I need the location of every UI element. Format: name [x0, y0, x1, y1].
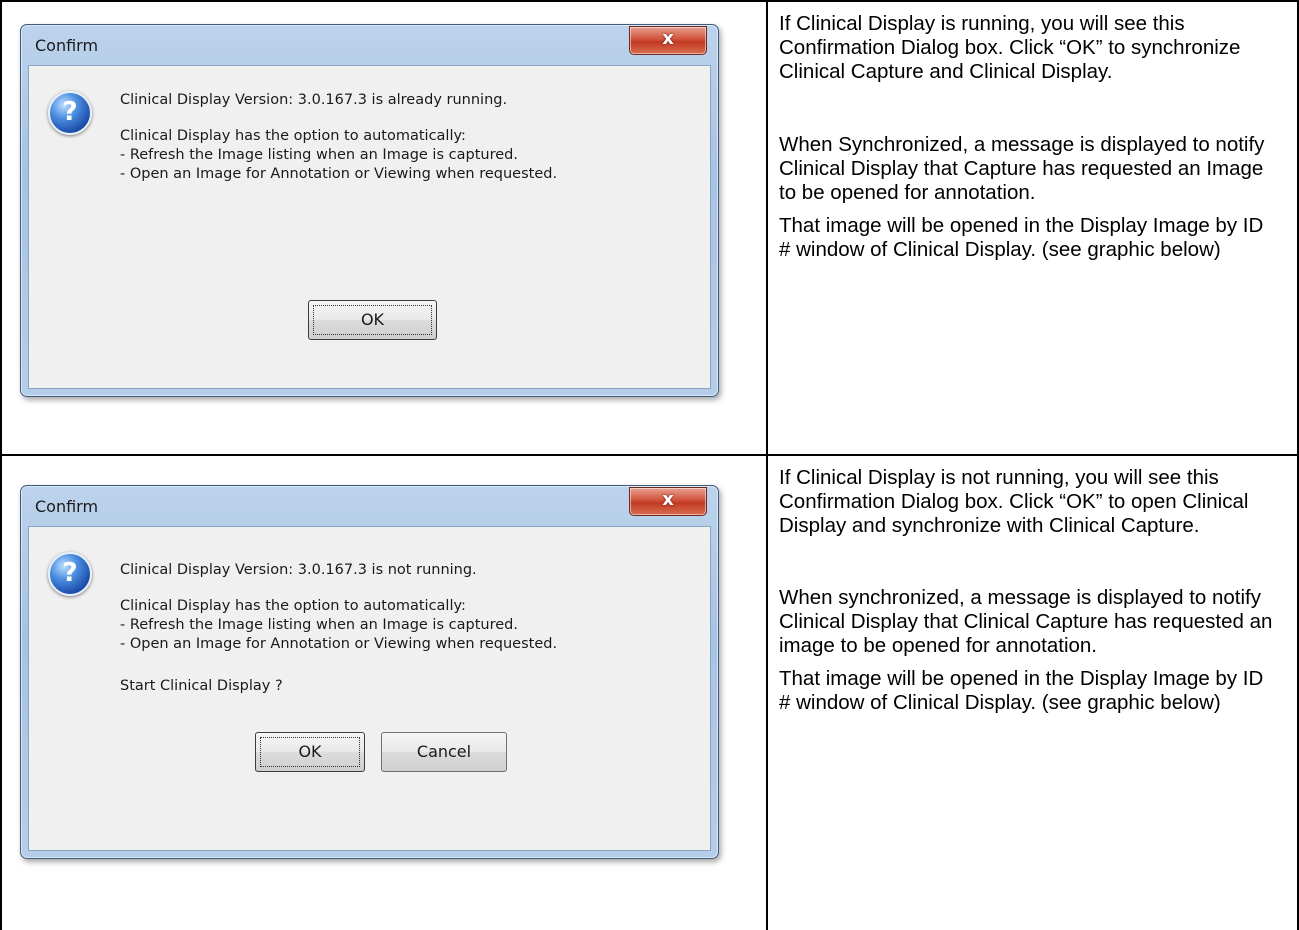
dialog-title: Confirm — [35, 36, 99, 55]
confirm-dialog-not-running: Confirm x ? Clinical Display Version: 3.… — [20, 485, 719, 859]
cancel-button[interactable]: Cancel — [381, 732, 507, 772]
description-paragraph: If Clinical Display is not running, you … — [779, 466, 1249, 537]
dialog-message: Clinical Display has the option to autom… — [120, 598, 466, 614]
dialog-title: Confirm — [35, 497, 99, 516]
description-paragraph: If Clinical Display is running, you will… — [779, 12, 1241, 83]
description-text: If Clinical Display is running, you will… — [768, 2, 1297, 262]
dialog-body: ? Clinical Display Version: 3.0.167.3 is… — [28, 65, 711, 389]
ok-button[interactable]: OK — [255, 732, 365, 772]
dialog-message: Clinical Display has the option to autom… — [120, 128, 466, 144]
description-paragraph: When synchronized, a message is displaye… — [779, 586, 1273, 657]
close-icon: x — [662, 489, 674, 510]
confirm-dialog-running: Confirm x ? Clinical Display Version: 3.… — [20, 24, 719, 397]
description-cell: If Clinical Display is running, you will… — [766, 0, 1299, 456]
dialog-titlebar[interactable]: Confirm x — [21, 25, 718, 65]
ok-button[interactable]: OK — [308, 300, 437, 340]
question-icon: ? — [48, 552, 92, 596]
description-cell: If Clinical Display is not running, you … — [766, 454, 1299, 930]
close-icon: x — [662, 28, 674, 49]
description-paragraph: That image will be opened in the Display… — [779, 667, 1264, 714]
dialog-message: - Refresh the Image listing when an Imag… — [120, 617, 518, 633]
dialog-titlebar[interactable]: Confirm x — [21, 486, 718, 526]
description-text: If Clinical Display is not running, you … — [768, 456, 1297, 715]
dialog-message: Start Clinical Display ? — [120, 678, 283, 694]
dialog-message: Clinical Display Version: 3.0.167.3 is a… — [120, 92, 508, 108]
dialog-message: Clinical Display Version: 3.0.167.3 is n… — [120, 562, 477, 578]
question-icon: ? — [48, 91, 92, 135]
description-paragraph: When Synchronized, a message is displaye… — [779, 133, 1265, 204]
close-button[interactable]: x — [629, 487, 707, 516]
dialog-message: - Refresh the Image listing when an Imag… — [120, 147, 518, 163]
dialog-body: ? Clinical Display Version: 3.0.167.3 is… — [28, 526, 711, 851]
dialog-message: - Open an Image for Annotation or Viewin… — [120, 636, 558, 652]
dialog-message: - Open an Image for Annotation or Viewin… — [120, 166, 558, 182]
close-button[interactable]: x — [629, 26, 707, 55]
description-paragraph: That image will be opened in the Display… — [779, 214, 1264, 261]
